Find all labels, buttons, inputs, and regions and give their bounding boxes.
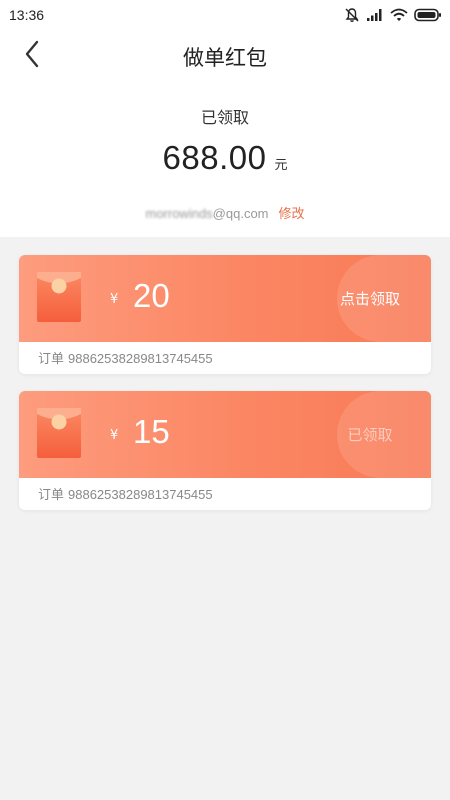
coupon-header: ¥ 20 点击领取 xyxy=(19,255,431,342)
coupon-card: ¥ 15 已领取 订单 98862538289813745455 xyxy=(19,391,431,510)
nav-bar: 做单红包 xyxy=(0,30,450,82)
email-masked: morrowinds xyxy=(145,206,213,221)
signal-icon xyxy=(366,8,384,22)
claim-button[interactable]: 点击领取 xyxy=(309,255,431,342)
currency-symbol: ¥ xyxy=(110,428,119,443)
account-row: morrowinds@qq.com 修改 xyxy=(0,203,450,222)
order-number: 98862538289813745455 xyxy=(68,351,213,366)
claimed-status: 已领取 xyxy=(347,426,393,444)
claimed-amount: 688.00 元 xyxy=(0,139,450,177)
coupon-value: 15 xyxy=(133,413,170,450)
red-envelope-icon xyxy=(37,408,81,458)
bell-muted-icon xyxy=(344,7,360,23)
status-time: 13:36 xyxy=(9,7,45,23)
claimed-amount-unit: 元 xyxy=(274,158,288,173)
claimed-label: 已领取 xyxy=(200,108,249,127)
status-icons xyxy=(344,6,442,24)
red-envelope-icon xyxy=(37,272,81,322)
order-label: 订单 xyxy=(38,352,65,367)
battery-icon xyxy=(414,8,442,22)
claimed-amount-value: 688.00 xyxy=(162,139,267,176)
currency-symbol: ¥ xyxy=(110,292,119,307)
status-bar: 13:36 xyxy=(0,0,450,30)
order-row: 订单 98862538289813745455 xyxy=(38,348,213,367)
order-number: 98862538289813745455 xyxy=(68,487,213,502)
page-title: 做单红包 xyxy=(183,46,267,70)
wifi-icon xyxy=(390,8,408,22)
coupon-header: ¥ 15 已领取 xyxy=(19,391,431,478)
coupon-value: 20 xyxy=(133,277,170,314)
edit-email-link[interactable]: 修改 xyxy=(279,207,305,222)
coupon-card: ¥ 20 点击领取 订单 98862538289813745455 xyxy=(19,255,431,374)
email-domain: @qq.com xyxy=(212,206,269,221)
order-row: 订单 98862538289813745455 xyxy=(38,484,213,503)
order-label: 订单 xyxy=(38,488,65,503)
